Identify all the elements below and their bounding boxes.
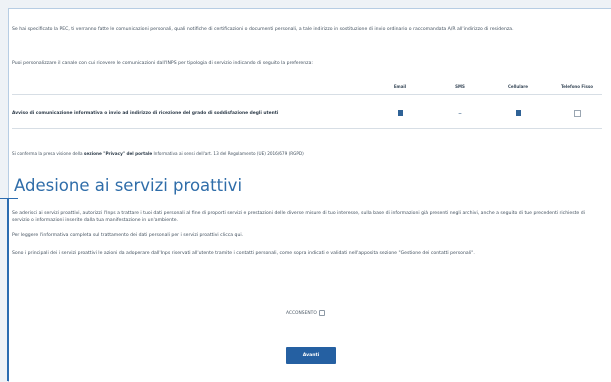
section-title: Adesione ai servizi proattivi — [14, 176, 243, 195]
proactive-paragraph-3: Sono i principali dei i servizi proattiv… — [12, 251, 475, 256]
submit-button[interactable]: Avanti — [286, 347, 336, 364]
pec-info-paragraph: Se hai specificato la PEC, ti verranno f… — [12, 27, 514, 32]
section-left-bar — [7, 198, 9, 381]
table-header-divider — [12, 94, 602, 95]
col-header-cellulare: Cellulare — [508, 84, 528, 89]
accept-option[interactable]: ACCONSENTO — [286, 310, 325, 316]
proactive-info-link-text[interactable]: Per leggere l'informativa completa sul t… — [12, 232, 602, 239]
col-header-sms: SMS — [455, 84, 465, 89]
privacy-link[interactable]: sezione "Privacy" del portale — [84, 151, 152, 156]
proactive-paragraph-1: Se aderisci ai servizi proattivi, autori… — [12, 211, 585, 223]
telefono-fisso-checkbox[interactable] — [547, 110, 607, 119]
section-rule — [0, 198, 18, 199]
col-header-email: Email — [393, 84, 407, 89]
table-row-label: Avviso di comunicazione informativa o in… — [12, 111, 279, 116]
col-header-telefono-fisso: Telefono Fisso — [560, 84, 594, 89]
privacy-note: Si conferma la presa visione della sezio… — [12, 150, 602, 157]
cellulare-check-icon[interactable] — [488, 110, 548, 118]
table-row-divider — [12, 128, 602, 129]
accept-radio[interactable] — [318, 310, 325, 316]
email-check-icon[interactable] — [370, 110, 430, 118]
sms-dash-icon[interactable]: – — [430, 110, 490, 117]
privacy-note-text: Si conferma la presa visione della — [12, 151, 84, 156]
prefs-intro-text: Puoi personalizzare il canale con cui ri… — [12, 61, 313, 66]
privacy-note-rest: Informativa ai sensi dell'art. 13 del Re… — [152, 151, 304, 156]
accept-label: ACCONSENTO — [286, 310, 317, 316]
